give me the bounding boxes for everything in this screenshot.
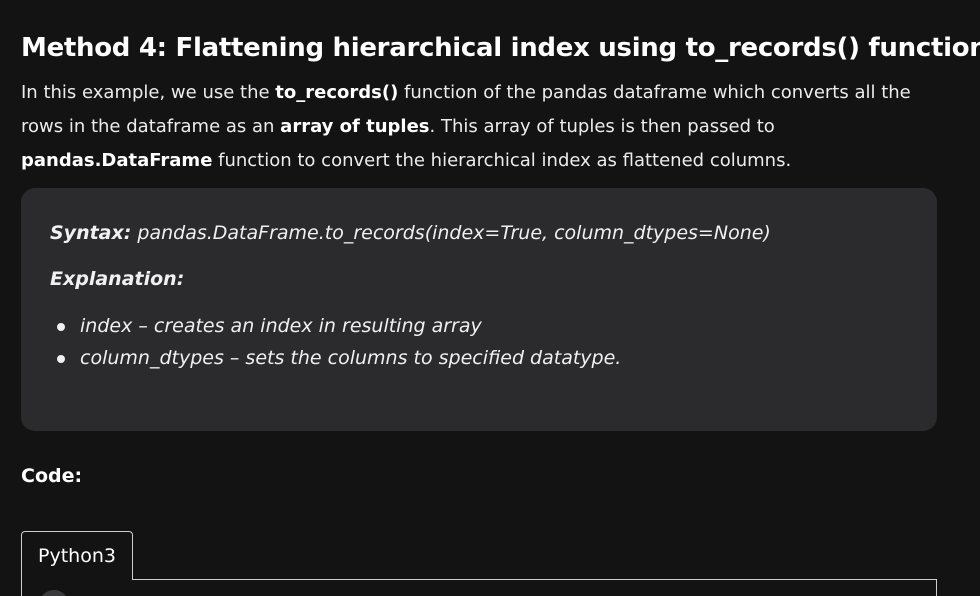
parameter-column-dtypes-text: column_dtypes – sets the columns to spec… bbox=[80, 347, 622, 369]
intro-text: . This array of tuples is then passed to bbox=[429, 116, 775, 137]
explanation-label: Explanation: bbox=[50, 268, 185, 290]
intro-paragraph: In this example, we use the to_records()… bbox=[21, 76, 937, 178]
parameter-list: index – creates an index in resulting ar… bbox=[50, 310, 621, 374]
tab-underline-cover bbox=[22, 578, 132, 581]
parameter-index-text: index – creates an index in resulting ar… bbox=[80, 315, 482, 337]
syntax-box: Syntax: pandas.DataFrame.to_records(inde… bbox=[21, 188, 937, 431]
intro-bold-to-records: to_records() bbox=[275, 82, 399, 103]
bullet-icon bbox=[57, 355, 65, 363]
syntax-line: Syntax: pandas.DataFrame.to_records(inde… bbox=[50, 222, 771, 244]
code-label: Code: bbox=[21, 465, 83, 487]
syntax-label: Syntax: bbox=[50, 222, 132, 244]
list-item: column_dtypes – sets the columns to spec… bbox=[50, 342, 621, 374]
bullet-icon bbox=[57, 323, 65, 331]
list-item: index – creates an index in resulting ar… bbox=[50, 310, 621, 342]
intro-text: In this example, we use the bbox=[21, 82, 276, 103]
code-block bbox=[21, 579, 937, 596]
intro-bold-array-of-tuples: array of tuples bbox=[280, 116, 430, 137]
intro-bold-pandas-dataframe: pandas.DataFrame bbox=[21, 150, 213, 171]
tab-python3[interactable]: Python3 bbox=[21, 531, 133, 580]
syntax-signature: pandas.DataFrame.to_records(index=True, … bbox=[131, 222, 771, 244]
section-title: Method 4: Flattening hierarchical index … bbox=[21, 33, 980, 63]
intro-text: function to convert the hierarchical ind… bbox=[212, 150, 792, 171]
